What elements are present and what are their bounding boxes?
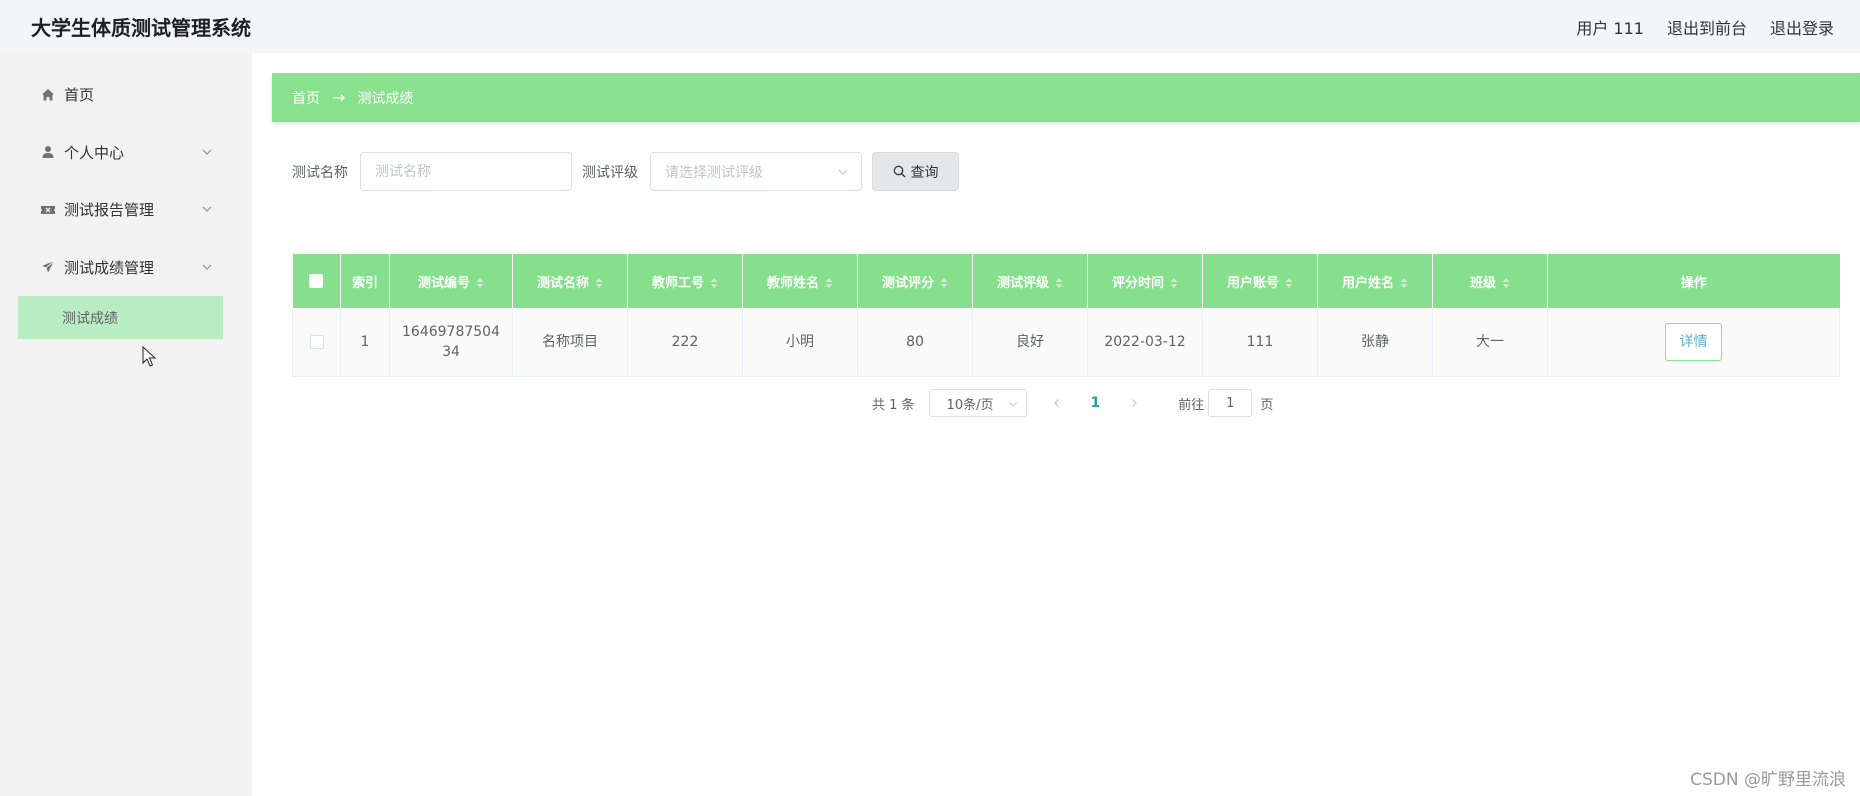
home-icon xyxy=(40,87,56,103)
send-icon xyxy=(40,259,56,275)
chevron-down-icon xyxy=(838,169,848,175)
sidebar-item-label: 测试成绩管理 xyxy=(64,258,155,277)
search-button[interactable]: 查询 xyxy=(872,152,959,191)
pagination: 共 1 条 10条/页 1 前往 页 xyxy=(872,389,1273,417)
breadcrumb-home[interactable]: 首页 xyxy=(292,88,320,108)
sort-icon[interactable] xyxy=(1502,278,1510,288)
column-header[interactable]: 教师姓名 xyxy=(742,254,858,308)
sidebar-item-test-report[interactable]: 测试报告管理 xyxy=(18,181,223,239)
cell-teacher-name: 小明 xyxy=(742,308,858,377)
chevron-right-icon xyxy=(1132,399,1138,407)
page-size-value: 10条/页 xyxy=(946,397,994,413)
goto-page-input[interactable] xyxy=(1208,389,1253,417)
sidebar-item-label: 首页 xyxy=(64,86,95,105)
ticket-icon xyxy=(40,202,56,218)
breadcrumb-current: 测试成绩 xyxy=(357,90,414,107)
search-form: 测试名称 测试评级 请选择测试评级 查询 xyxy=(292,152,959,191)
test-name-label: 测试名称 xyxy=(292,164,348,181)
page-size-select[interactable]: 10条/页 xyxy=(928,389,1027,417)
cell-level: 良好 xyxy=(972,308,1088,377)
column-header[interactable]: 教师工号 xyxy=(627,254,743,308)
chevron-down-icon xyxy=(202,264,212,270)
next-page-button[interactable] xyxy=(1124,393,1144,413)
cell-test-no-text: 1646978750434 xyxy=(402,323,500,360)
cell-teacher-id: 222 xyxy=(627,308,743,377)
sort-icon[interactable] xyxy=(710,278,718,288)
goto-suffix: 页 xyxy=(1260,397,1274,413)
cell-index: 1 xyxy=(340,308,390,377)
sort-icon[interactable] xyxy=(476,278,484,288)
test-level-label: 测试评级 xyxy=(582,164,638,181)
row-select-cell xyxy=(292,308,341,377)
sort-icon[interactable] xyxy=(825,278,833,288)
test-name-input[interactable] xyxy=(360,152,572,191)
test-level-placeholder: 请选择测试评级 xyxy=(665,164,763,181)
row-checkbox[interactable] xyxy=(309,334,324,349)
sidebar-subitem-test-score[interactable]: 测试成绩 xyxy=(18,296,223,339)
cell-score: 80 xyxy=(857,308,973,377)
search-button-label: 查询 xyxy=(910,164,939,181)
sort-icon[interactable] xyxy=(1285,278,1293,288)
test-level-select[interactable]: 请选择测试评级 xyxy=(650,152,862,191)
sidebar-item-personal-center[interactable]: 个人中心 xyxy=(18,124,223,182)
pagination-total: 共 1 条 xyxy=(872,397,915,413)
sort-icon[interactable] xyxy=(1400,278,1408,288)
detail-button[interactable]: 详情 xyxy=(1665,322,1722,361)
table-row: 1 1646978750434 名称项目 222 小明 80 良好 2022-0… xyxy=(292,308,1840,377)
sort-icon[interactable] xyxy=(1055,278,1063,288)
goto-prefix: 前往 xyxy=(1178,397,1205,413)
score-table: 索引 测试编号 测试名称 教师工号 教师姓名 测试评分 测试评级 评分时间 用户… xyxy=(292,254,1840,377)
sidebar-item-label: 测试报告管理 xyxy=(64,201,155,220)
sort-icon[interactable] xyxy=(940,278,948,288)
user-label: 用户 111 xyxy=(1576,19,1644,38)
sort-icon[interactable] xyxy=(595,278,603,288)
column-header[interactable]: 班级 xyxy=(1432,254,1548,308)
chevron-down-icon xyxy=(1008,402,1017,407)
breadcrumb: 首页 → 测试成绩 xyxy=(272,73,1860,122)
column-header: 操作 xyxy=(1547,254,1840,308)
sidebar: 首页 个人中心 测试报告管理 测试成绩管理 测试成绩 xyxy=(0,53,252,796)
column-header[interactable]: 测试评级 xyxy=(972,254,1088,308)
watermark: CSDN @旷野里流浪 xyxy=(1690,770,1846,790)
column-header[interactable]: 测试名称 xyxy=(512,254,628,308)
select-all-header xyxy=(292,254,341,308)
cell-user-name: 张静 xyxy=(1317,308,1433,377)
logout-link[interactable]: 退出登录 xyxy=(1770,15,1834,39)
mouse-cursor-icon xyxy=(142,346,157,367)
sidebar-menu: 首页 个人中心 测试报告管理 测试成绩管理 测试成绩 xyxy=(18,66,223,339)
chevron-down-icon xyxy=(202,149,212,155)
cell-time: 2022-03-12 xyxy=(1087,308,1203,377)
cell-test-no: 1646978750434 xyxy=(389,308,513,377)
top-bar: 大学生体质测试管理系统 用户 111 退出到前台 退出登录 xyxy=(0,0,1860,53)
column-header[interactable]: 测试编号 xyxy=(389,254,513,308)
table-header-row: 索引 测试编号 测试名称 教师工号 教师姓名 测试评分 测试评级 评分时间 用户… xyxy=(292,254,1840,308)
exit-to-frontend-link[interactable]: 退出到前台 xyxy=(1667,15,1747,39)
column-header[interactable]: 用户姓名 xyxy=(1317,254,1433,308)
chevron-left-icon xyxy=(1053,399,1059,407)
breadcrumb-separator: → xyxy=(332,88,346,107)
select-all-checkbox[interactable] xyxy=(309,274,324,288)
user-icon xyxy=(40,144,56,160)
prev-page-button[interactable] xyxy=(1047,393,1067,413)
sort-icon[interactable] xyxy=(1170,278,1178,288)
column-header[interactable]: 用户账号 xyxy=(1202,254,1318,308)
column-header[interactable]: 评分时间 xyxy=(1087,254,1203,308)
cell-action: 详情 xyxy=(1547,308,1840,377)
column-header: 索引 xyxy=(340,254,390,308)
column-header[interactable]: 测试评分 xyxy=(857,254,973,308)
sidebar-item-label: 个人中心 xyxy=(64,143,125,162)
top-links: 用户 111 退出到前台 退出登录 xyxy=(1576,15,1834,39)
cell-account: 111 xyxy=(1202,308,1318,377)
sidebar-item-test-score[interactable]: 测试成绩管理 xyxy=(18,239,223,297)
chevron-down-icon xyxy=(202,206,212,212)
cell-test-name: 名称项目 xyxy=(512,308,628,377)
app-title: 大学生体质测试管理系统 xyxy=(31,16,251,40)
page-number-current[interactable]: 1 xyxy=(1091,395,1101,411)
cell-class: 大一 xyxy=(1432,308,1548,377)
sidebar-item-home[interactable]: 首页 xyxy=(18,66,223,124)
search-icon xyxy=(893,165,905,178)
